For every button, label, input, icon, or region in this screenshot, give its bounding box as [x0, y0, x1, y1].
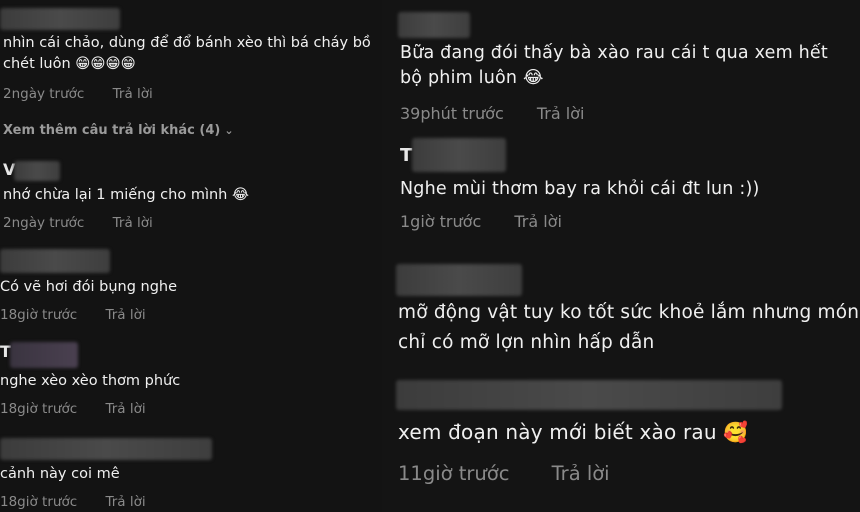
reply-button[interactable]: Trả lời [514, 212, 562, 231]
comment-time: 1giờ trước [400, 212, 482, 231]
comment-meta: 18giờ trước Trả lời [0, 401, 146, 417]
comment-meta: 2ngày trước Trả lời [3, 86, 153, 102]
comment-time: 18giờ trước [0, 401, 78, 417]
comment-text: nhớ chừa lại 1 miếng cho mình 😂 [3, 187, 249, 203]
comment-time: 39phút trước [400, 104, 504, 123]
reply-button[interactable]: Trả lời [552, 462, 610, 485]
reply-button[interactable]: Trả lời [105, 307, 145, 323]
comment-time: 18giờ trước [0, 307, 78, 323]
blurred-username [396, 264, 522, 296]
blurred-username [10, 342, 78, 368]
comment-meta: 39phút trước Trả lời [400, 104, 584, 123]
comment-text: nghe xèo xèo thơm phức [0, 373, 181, 389]
comment-text: Nghe mùi thơm bay ra khỏi cái đt lun :)) [400, 179, 760, 199]
comment-meta: 18giờ trước Trả lời [0, 494, 146, 510]
view-more-replies-label: Xem thêm câu trả lời khác (4) [3, 123, 221, 138]
blurred-username [14, 161, 60, 181]
comment-meta: 1giờ trước Trả lời [400, 212, 562, 231]
comment-time: 11giờ trước [398, 462, 510, 485]
chevron-down-icon: ⌄ [224, 124, 234, 137]
comment-time: 2ngày trước [3, 86, 85, 102]
view-more-replies-button[interactable]: Xem thêm câu trả lời khác (4) ⌄ [3, 123, 234, 138]
blurred-username [396, 380, 782, 410]
blurred-username [412, 138, 506, 172]
comment-text: xem đoạn này mới biết xào rau 🥰 [398, 420, 749, 444]
reply-button[interactable]: Trả lời [105, 401, 145, 417]
left-comment-panel: nhìn cái chảo, dùng để đổ bánh xèo thì b… [0, 0, 382, 512]
blurred-username [0, 438, 212, 460]
blurred-username [0, 8, 120, 30]
comment-time: 18giờ trước [0, 494, 78, 510]
comment-text: cảnh này coi mê [0, 466, 120, 482]
comment-text: mỡ động vật tuy ko tốt sức khoẻ lắm nhưn… [398, 302, 860, 353]
comment-time: 2ngày trước [3, 215, 85, 231]
comment-text: Có vẽ hơi đói bụng nghe [0, 279, 178, 295]
comment-text: nhìn cái chảo, dùng để đổ bánh xèo thì b… [3, 35, 371, 73]
comment-text: Bữa đang đói thấy bà xào rau cái t qua x… [400, 43, 828, 89]
right-comment-panel: Bữa đang đói thấy bà xào rau cái t qua x… [382, 0, 860, 512]
username-initial: T [400, 145, 413, 166]
reply-button[interactable]: Trả lời [105, 494, 145, 510]
reply-button[interactable]: Trả lời [113, 86, 153, 102]
reply-button[interactable]: Trả lời [537, 104, 585, 123]
reply-button[interactable]: Trả lời [113, 215, 153, 231]
comment-meta: 18giờ trước Trả lời [0, 307, 146, 323]
comment-meta: 11giờ trước Trả lời [398, 462, 610, 485]
comment-meta: 2ngày trước Trả lời [3, 215, 153, 231]
blurred-username [398, 12, 470, 38]
blurred-username [0, 249, 110, 273]
